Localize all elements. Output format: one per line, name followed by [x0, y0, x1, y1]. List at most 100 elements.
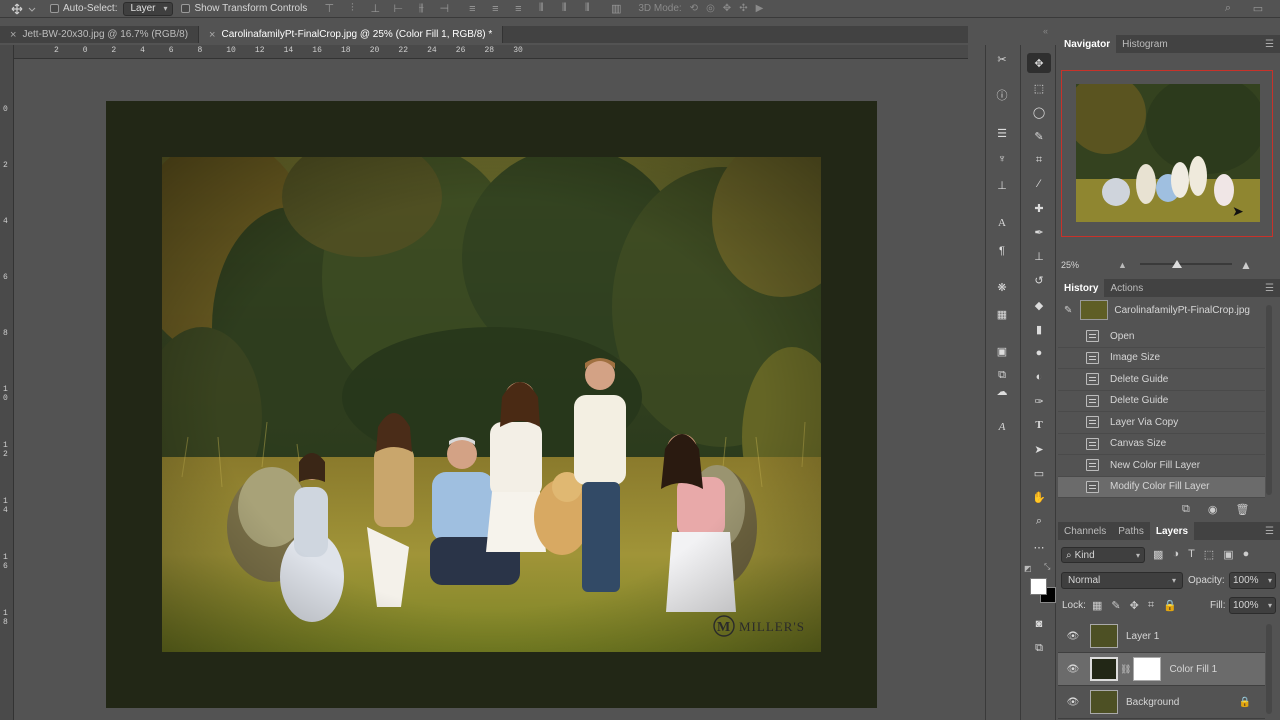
- tab-navigator[interactable]: Navigator: [1058, 35, 1117, 53]
- grid-icon[interactable]: ▦: [990, 304, 1014, 324]
- visibility-eye-icon[interactable]: 👁: [1066, 697, 1080, 708]
- lock-all-icon[interactable]: 🔒: [1163, 599, 1177, 612]
- close-icon[interactable]: ×: [209, 29, 215, 41]
- rectangle-tool-icon[interactable]: ▭: [1027, 463, 1051, 483]
- filter-toggle-icon[interactable]: ●: [1243, 548, 1250, 561]
- color-fill-thumbnail[interactable]: [1090, 657, 1118, 681]
- healing-tool-icon[interactable]: ✚: [1027, 198, 1051, 218]
- zoom-tool-icon[interactable]: ⌕: [1027, 511, 1051, 531]
- show-transform-checkbox[interactable]: Show Transform Controls: [181, 3, 307, 14]
- panel-menu-icon[interactable]: ☰: [1265, 283, 1274, 294]
- quick-select-tool-icon[interactable]: ✎: [1027, 126, 1051, 146]
- history-item[interactable]: Open: [1058, 326, 1265, 348]
- fill-input[interactable]: 100% ▾: [1229, 597, 1276, 614]
- doc-tab-carolina[interactable]: × CarolinafamilyPt-FinalCrop.jpg @ 25% (…: [199, 26, 504, 43]
- checkbox-box[interactable]: [181, 4, 191, 13]
- screen-mode-icon[interactable]: ⧉: [1027, 638, 1051, 658]
- align-vcenter-icon[interactable]: ⫶: [344, 2, 360, 15]
- marquee-tool-icon[interactable]: ⬚: [1027, 78, 1051, 98]
- type-tool-icon[interactable]: T: [1027, 415, 1051, 435]
- close-icon[interactable]: ×: [10, 29, 16, 41]
- lock-position-icon[interactable]: ✥: [1130, 599, 1139, 612]
- history-scrollbar[interactable]: [1266, 305, 1272, 495]
- distribute-vcenter-icon[interactable]: ≡: [487, 3, 503, 15]
- zoom-out-icon[interactable]: ▲: [1118, 260, 1127, 270]
- search-icon[interactable]: ⌕: [1220, 2, 1236, 15]
- roll-icon[interactable]: ◎: [706, 3, 723, 14]
- glyphs-icon[interactable]: A: [990, 417, 1014, 437]
- auto-align-icon[interactable]: ▥: [608, 2, 624, 15]
- foreground-color-swatch[interactable]: [1030, 578, 1047, 595]
- pen-tool-icon[interactable]: ✑: [1027, 391, 1051, 411]
- pan-icon[interactable]: ✥: [723, 3, 739, 14]
- lock-transparency-icon[interactable]: ▦: [1092, 599, 1102, 612]
- history-item[interactable]: New Color Fill Layer: [1058, 455, 1265, 477]
- collapse-icon[interactable]: «: [1043, 26, 1048, 36]
- layer-row-active[interactable]: 👁 ⛓ Color Fill 1: [1058, 653, 1265, 686]
- workspace-icon[interactable]: ▭: [1250, 2, 1266, 15]
- libraries-icon[interactable]: ☁: [990, 381, 1014, 401]
- brush-tool-icon[interactable]: ✒: [1027, 222, 1051, 242]
- tab-layers[interactable]: Layers: [1149, 522, 1195, 540]
- eraser-tool-icon[interactable]: ◆: [1027, 295, 1051, 315]
- type-filter-icon[interactable]: T: [1188, 548, 1195, 561]
- edit-toolbar-icon[interactable]: ⋯: [1027, 537, 1051, 557]
- stamp-tool-icon[interactable]: ⊥: [1027, 246, 1051, 266]
- distribute-top-icon[interactable]: ≡: [464, 3, 480, 15]
- align-left-icon[interactable]: ⊢: [390, 2, 406, 15]
- move-tool-icon[interactable]: ✥: [1027, 53, 1051, 73]
- trash-icon[interactable]: 🗑: [1235, 503, 1249, 516]
- quick-mask-icon[interactable]: ◙: [1027, 614, 1051, 634]
- auto-select-checkbox[interactable]: Auto-Select:: [50, 3, 117, 14]
- align-top-icon[interactable]: ⊤: [321, 2, 337, 15]
- layer-filter-dropdown[interactable]: ⌕ Kind ▾: [1061, 547, 1145, 563]
- checkbox-box[interactable]: [50, 4, 59, 13]
- distribute-hcenter-icon[interactable]: ⦀: [556, 2, 572, 15]
- family-photo[interactable]: M MILLER'S: [162, 157, 821, 652]
- distribute-right-icon[interactable]: ⦀: [579, 2, 595, 15]
- align-hcenter-icon[interactable]: ⫵: [413, 2, 429, 15]
- doc-tab-jett[interactable]: × Jett-BW-20x30.jpg @ 16.7% (RGB/8): [0, 26, 200, 43]
- align-bottom-icon[interactable]: ⊥: [367, 2, 383, 15]
- history-item[interactable]: Layer Via Copy: [1058, 412, 1265, 434]
- info-icon[interactable]: ⓘ: [990, 85, 1014, 105]
- hand-tool-icon[interactable]: ✋: [1027, 487, 1051, 507]
- 3d-icon[interactable]: ❋: [990, 277, 1014, 297]
- blend-mode-dropdown[interactable]: Normal ▾: [1061, 572, 1183, 589]
- pixel-filter-icon[interactable]: ▩: [1153, 548, 1163, 561]
- layers-scrollbar[interactable]: [1266, 624, 1272, 714]
- distribute-bottom-icon[interactable]: ≡: [510, 3, 526, 15]
- history-snapshot[interactable]: ✎ CarolinafamilyPt-FinalCrop.jpg: [1058, 298, 1265, 322]
- history-item[interactable]: Image Size: [1058, 348, 1265, 369]
- crop-tool-icon[interactable]: ⌗: [1027, 150, 1051, 170]
- swap-colors-icon[interactable]: ⤡: [1044, 562, 1050, 572]
- tab-paths[interactable]: Paths: [1112, 522, 1150, 540]
- history-item-active[interactable]: Modify Color Fill Layer: [1058, 476, 1265, 498]
- path-select-tool-icon[interactable]: ➤: [1027, 439, 1051, 459]
- navigator-preview[interactable]: ➤: [1061, 70, 1273, 237]
- move-tool-preset[interactable]: [6, 2, 36, 16]
- lock-artboard-icon[interactable]: ⌗: [1148, 599, 1154, 612]
- tab-histogram[interactable]: Histogram: [1116, 35, 1174, 53]
- measurement-icon[interactable]: ▣: [990, 341, 1014, 361]
- history-item[interactable]: Delete Guide: [1058, 369, 1265, 391]
- new-document-from-state-icon[interactable]: ⧉: [1182, 503, 1190, 516]
- tab-actions[interactable]: Actions: [1104, 279, 1149, 297]
- history-item[interactable]: Delete Guide: [1058, 391, 1265, 412]
- panel-menu-icon[interactable]: ☰: [1265, 526, 1274, 537]
- auto-select-dropdown[interactable]: Layer ▾: [123, 1, 174, 16]
- history-brush-tool-icon[interactable]: ↺: [1027, 270, 1051, 290]
- lock-pixels-icon[interactable]: ✎: [1111, 599, 1120, 612]
- orbit-icon[interactable]: ⟲: [690, 3, 706, 14]
- zoom-in-icon[interactable]: ▲: [1240, 258, 1252, 272]
- opacity-input[interactable]: 100% ▾: [1229, 572, 1276, 589]
- link-icon[interactable]: ⛓: [1120, 664, 1131, 675]
- default-colors-icon[interactable]: ◩: [1024, 564, 1032, 573]
- history-item[interactable]: Canvas Size: [1058, 434, 1265, 455]
- lasso-tool-icon[interactable]: ◯: [1027, 102, 1051, 122]
- navigator-zoom-value[interactable]: 25%: [1061, 260, 1079, 270]
- slide-icon[interactable]: ✣: [739, 3, 755, 14]
- history-brush-source-icon[interactable]: ✎: [1064, 305, 1072, 316]
- tab-history[interactable]: History: [1058, 279, 1105, 297]
- paragraph-icon[interactable]: ¶: [990, 241, 1014, 261]
